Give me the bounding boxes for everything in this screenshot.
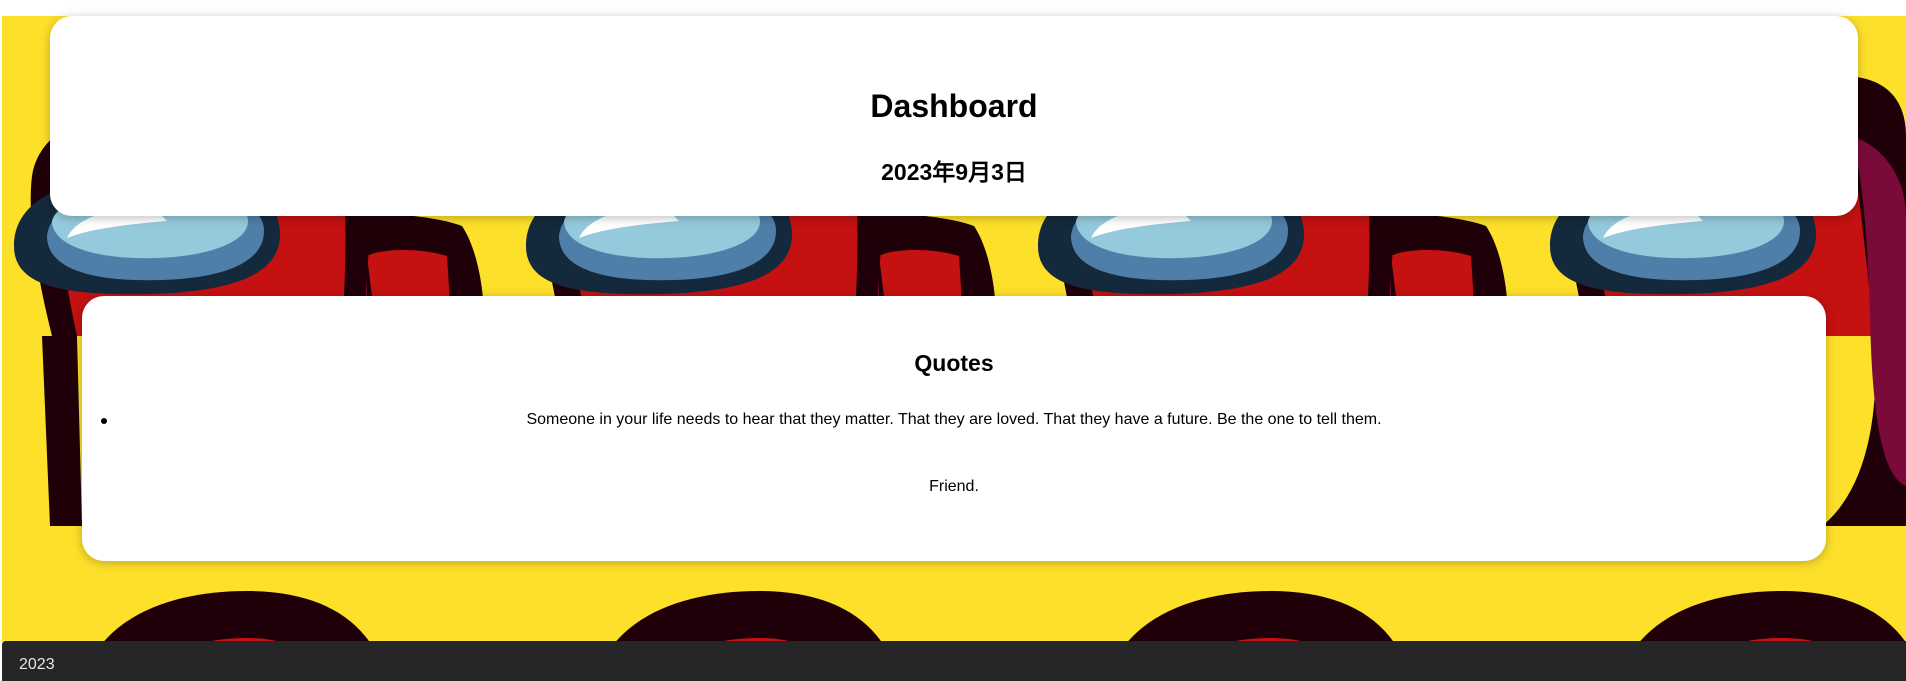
footer: 2023 — [2, 641, 1906, 681]
quote-author: Friend. — [929, 478, 979, 495]
header-card: Dashboard 2023年9月3日 — [50, 16, 1858, 216]
page-title: Dashboard — [870, 88, 1038, 124]
date-heading: 2023年9月3日 — [881, 159, 1027, 185]
quote-text: Someone in your life needs to hear that … — [526, 411, 1382, 428]
quotes-title: Quotes — [914, 350, 994, 376]
quotes-card: Quotes Someone in your life needs to hea… — [82, 296, 1826, 561]
footer-year: 2023 — [19, 656, 55, 673]
